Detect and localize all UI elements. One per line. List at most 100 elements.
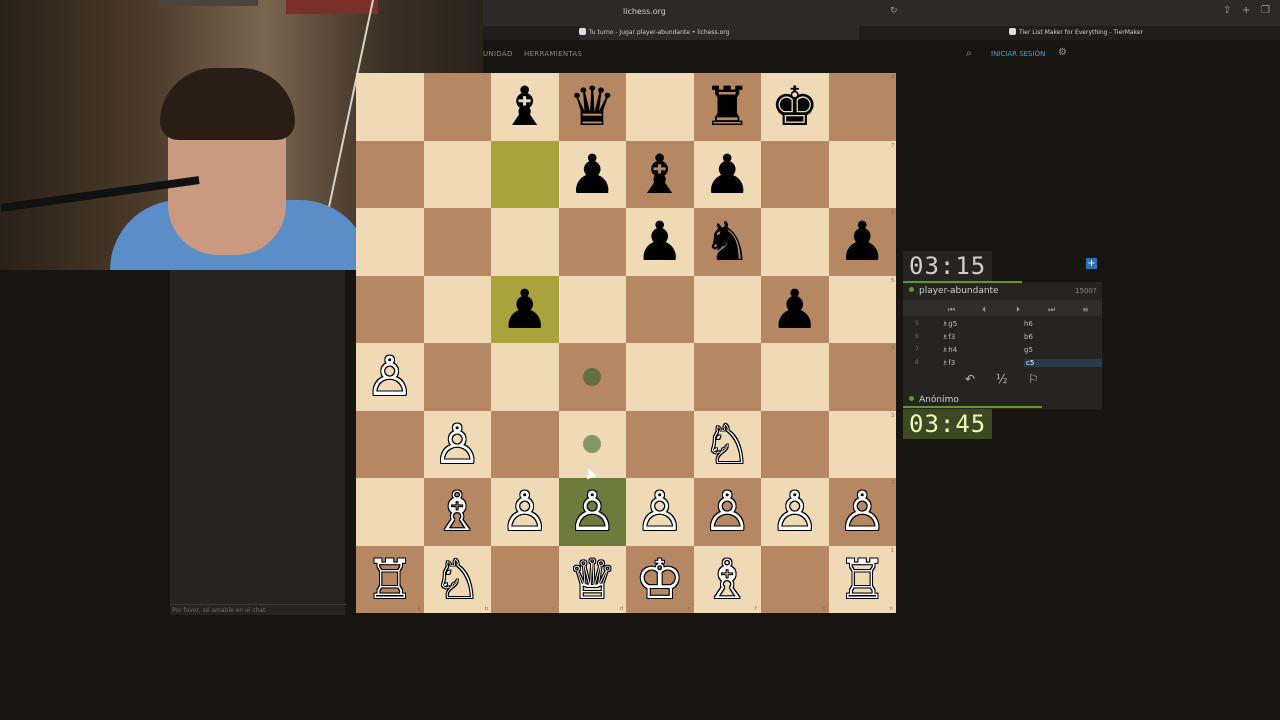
square-c1[interactable] bbox=[491, 545, 559, 613]
tab-tiermaker[interactable]: Tier List Maker for Everything - TierMak… bbox=[1009, 26, 1209, 40]
opponent-time-bar bbox=[903, 281, 1023, 283]
move-black[interactable]: g5 bbox=[1024, 346, 1033, 354]
move-white[interactable]: ♗h4 bbox=[942, 346, 957, 354]
square-d6[interactable] bbox=[558, 208, 626, 276]
square-g4[interactable] bbox=[761, 343, 829, 411]
square-c3[interactable] bbox=[491, 410, 559, 478]
black-piece-c5-icon[interactable]: ♟ bbox=[491, 276, 559, 344]
login-link[interactable]: INICIAR SESIÓN bbox=[991, 50, 1045, 58]
white-piece-e1-icon[interactable]: ♔ bbox=[626, 546, 694, 614]
address-bar[interactable]: lichess.org bbox=[623, 7, 666, 16]
square-b6[interactable] bbox=[423, 208, 491, 276]
white-piece-a1-icon[interactable]: ♖ bbox=[356, 546, 424, 614]
square-e4[interactable] bbox=[626, 343, 694, 411]
move-black[interactable]: c5 bbox=[1024, 359, 1102, 367]
rank-coordinate: 7 bbox=[891, 142, 895, 149]
square-g1[interactable] bbox=[761, 545, 829, 613]
square-h5[interactable] bbox=[828, 275, 896, 343]
add-time-button[interactable]: + bbox=[1086, 258, 1097, 269]
move-white[interactable]: ♗g5 bbox=[942, 320, 957, 328]
white-piece-h2-icon[interactable]: ♙ bbox=[829, 478, 897, 546]
next-move-button[interactable]: ⏵ bbox=[1016, 305, 1020, 315]
square-h7[interactable] bbox=[828, 140, 896, 208]
search-icon[interactable]: ⌕ bbox=[966, 48, 972, 59]
square-e5[interactable] bbox=[626, 275, 694, 343]
new-tab-icon[interactable]: + bbox=[1242, 5, 1250, 16]
black-piece-e6-icon[interactable]: ♟ bbox=[626, 208, 694, 276]
reload-icon[interactable]: ↻ bbox=[890, 6, 898, 16]
square-g3[interactable] bbox=[761, 410, 829, 478]
tabs-overview-icon[interactable]: ❐ bbox=[1261, 5, 1270, 16]
nav-herramientas[interactable]: HERRAMIENTAS bbox=[524, 50, 582, 58]
white-piece-f3-icon[interactable]: ♘ bbox=[694, 411, 762, 479]
square-g7[interactable] bbox=[761, 140, 829, 208]
black-piece-f7-icon[interactable]: ♟ bbox=[694, 141, 762, 209]
white-piece-a4-icon[interactable]: ♙ bbox=[356, 343, 424, 411]
white-piece-g2-icon[interactable]: ♙ bbox=[761, 478, 829, 546]
square-f4[interactable] bbox=[693, 343, 761, 411]
square-a7[interactable] bbox=[356, 140, 424, 208]
square-b4[interactable] bbox=[423, 343, 491, 411]
gear-icon[interactable]: ⚙ bbox=[1058, 47, 1067, 58]
black-piece-d8-icon[interactable]: ♛ bbox=[559, 73, 627, 141]
black-piece-d7-icon[interactable]: ♟ bbox=[559, 141, 627, 209]
square-c4[interactable] bbox=[491, 343, 559, 411]
square-b8[interactable] bbox=[423, 73, 491, 141]
move-hint-dot[interactable] bbox=[583, 367, 602, 386]
white-piece-d2-icon[interactable]: ♙ bbox=[559, 478, 627, 546]
black-piece-g5-icon[interactable]: ♟ bbox=[761, 276, 829, 344]
square-c7[interactable] bbox=[491, 140, 559, 208]
black-piece-g8-icon[interactable]: ♚ bbox=[761, 73, 829, 141]
white-piece-d1-icon[interactable]: ♕ bbox=[559, 546, 627, 614]
square-h8[interactable] bbox=[828, 73, 896, 141]
square-a8[interactable] bbox=[356, 73, 424, 141]
chess-board[interactable]: 8 7 6 5 4 3 2 1 a b c d e f g h ♝ ♛ ♜ ♚ ♟ ♝ ♟ ♟ ♞ ♟ ♟ ♟ ♙ ♙ ♘ ♗ ♙ ♙ ♙ ♙ ♙ ♙ ♖ ♘… bbox=[356, 73, 896, 613]
resign-flag-icon[interactable]: ⚐ bbox=[1028, 372, 1039, 386]
prev-move-button[interactable]: ⏴ bbox=[982, 305, 986, 315]
move-black[interactable]: b6 bbox=[1024, 333, 1033, 341]
black-piece-c8-icon[interactable]: ♝ bbox=[491, 73, 559, 141]
white-piece-b3-icon[interactable]: ♙ bbox=[424, 411, 492, 479]
black-piece-f6-icon[interactable]: ♞ bbox=[694, 208, 762, 276]
square-f5[interactable] bbox=[693, 275, 761, 343]
square-h3[interactable] bbox=[828, 410, 896, 478]
move-white[interactable]: ♗f3 bbox=[942, 333, 955, 341]
black-piece-e7-icon[interactable]: ♝ bbox=[626, 141, 694, 209]
move-white[interactable]: ♗f3 bbox=[942, 359, 955, 367]
share-icon[interactable]: ⇪ bbox=[1223, 5, 1231, 16]
last-move-button[interactable]: ⏭ bbox=[1048, 305, 1055, 315]
square-g6[interactable] bbox=[761, 208, 829, 276]
white-piece-f1-icon[interactable]: ♗ bbox=[694, 546, 762, 614]
black-piece-f8-icon[interactable]: ♜ bbox=[694, 73, 762, 141]
white-piece-h1-icon[interactable]: ♖ bbox=[829, 546, 897, 614]
lichess-favicon-icon bbox=[579, 28, 586, 35]
draw-offer-button[interactable]: ½ bbox=[996, 372, 1008, 386]
square-h4[interactable] bbox=[828, 343, 896, 411]
opponent-name[interactable]: player-abundante bbox=[909, 286, 999, 296]
square-e3[interactable] bbox=[626, 410, 694, 478]
square-a5[interactable] bbox=[356, 275, 424, 343]
square-b5[interactable] bbox=[423, 275, 491, 343]
square-a6[interactable] bbox=[356, 208, 424, 276]
player-name[interactable]: Anónimo bbox=[909, 395, 959, 405]
takeback-icon[interactable]: ↶ bbox=[965, 372, 975, 386]
menu-icon[interactable]: ≡ bbox=[1082, 305, 1089, 314]
square-b7[interactable] bbox=[423, 140, 491, 208]
square-a2[interactable] bbox=[356, 478, 424, 546]
white-piece-e2-icon[interactable]: ♙ bbox=[626, 478, 694, 546]
white-piece-f2-icon[interactable]: ♙ bbox=[694, 478, 762, 546]
white-piece-b1-icon[interactable]: ♘ bbox=[424, 546, 492, 614]
nav-comunidad[interactable]: UNIDAD bbox=[483, 50, 513, 58]
square-c6[interactable] bbox=[491, 208, 559, 276]
white-piece-b2-icon[interactable]: ♗ bbox=[424, 478, 492, 546]
square-d5[interactable] bbox=[558, 275, 626, 343]
move-black[interactable]: h6 bbox=[1024, 320, 1033, 328]
black-piece-h6-icon[interactable]: ♟ bbox=[829, 208, 897, 276]
chat-input[interactable]: Por favor, sé amable en el chat bbox=[170, 604, 347, 617]
file-coordinate: c bbox=[552, 606, 556, 612]
square-e8[interactable] bbox=[626, 73, 694, 141]
square-a3[interactable] bbox=[356, 410, 424, 478]
tab-lichess[interactable]: Tu turno - Jugar player-abundante • lich… bbox=[579, 26, 859, 40]
white-piece-c2-icon[interactable]: ♙ bbox=[491, 478, 559, 546]
first-move-button[interactable]: ⏮ bbox=[948, 305, 955, 315]
